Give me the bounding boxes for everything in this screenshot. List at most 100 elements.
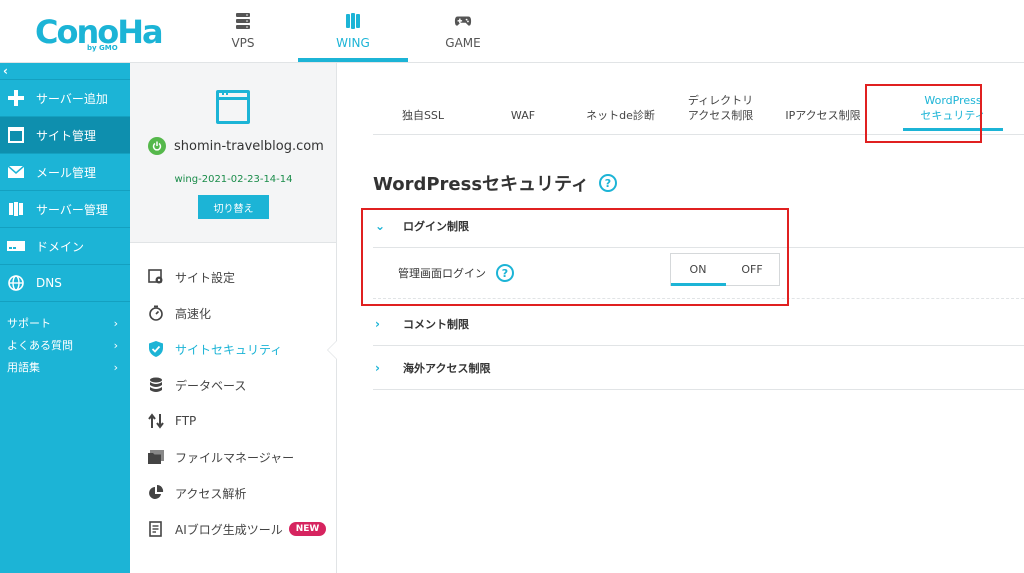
domain-icon <box>6 236 26 256</box>
topnav-game[interactable]: GAME <box>408 0 518 62</box>
menu-item-label: サイト設定 <box>175 270 236 285</box>
menu-item-site-settings[interactable]: サイト設定 <box>130 259 336 295</box>
main-content: 独自SSL WAF ネットde診断 ディレクトリ アクセス制限 IPアクセス制限 … <box>338 63 1024 573</box>
chevron-right-icon: › <box>113 338 118 352</box>
tab-ssl[interactable]: 独自SSL <box>373 82 473 134</box>
window-icon <box>6 125 26 145</box>
menu-item-label: アクセス解析 <box>175 486 247 501</box>
topnav-vps[interactable]: VPS <box>188 0 298 62</box>
menu-item-site-security[interactable]: サイトセキュリティ <box>130 331 337 367</box>
transfer-icon <box>147 412 165 430</box>
wing-icon <box>344 12 362 30</box>
chevron-right-icon: › <box>375 360 380 375</box>
server-icon <box>6 199 26 219</box>
site-settings-icon <box>147 268 165 286</box>
top-header: ConoHa by GMO VPS WING GAME <box>0 0 1024 63</box>
left-sidebar: ‹ サーバー追加 サイト管理 メール管理 サーバー管理 ドメイン DNS サポー… <box>0 63 130 573</box>
menu-item-database[interactable]: データベース <box>130 367 336 403</box>
sidebar-item-label: サーバー追加 <box>36 91 108 106</box>
chevron-right-icon: › <box>113 316 118 330</box>
database-icon <box>147 376 165 394</box>
sidebar-item-server-management[interactable]: サーバー管理 <box>0 191 130 228</box>
topnav-wing-label: WING <box>336 36 370 50</box>
browser-window-icon <box>216 90 250 124</box>
stopwatch-icon <box>147 304 165 322</box>
sidebar-item-label: サイト管理 <box>36 128 97 143</box>
menu-item-label: サイトセキュリティ <box>175 342 283 357</box>
section-comment-restriction[interactable]: › コメント制限 <box>373 302 1024 346</box>
menu-item-speedup[interactable]: 高速化 <box>130 295 336 331</box>
conoha-logo[interactable]: ConoHa by GMO <box>35 14 164 52</box>
sidebar-item-domain[interactable]: ドメイン <box>0 228 130 265</box>
menu-item-label: AIブログ生成ツール <box>175 522 283 537</box>
section-label: コメント制限 <box>403 317 469 331</box>
sidebar-links: サポート › よくある質問 › 用語集 › <box>0 302 130 378</box>
logo-by-gmo: by GMO <box>87 44 118 52</box>
globe-icon <box>6 273 26 293</box>
sidebar-item-dns[interactable]: DNS <box>0 265 130 302</box>
new-badge: NEW <box>288 522 327 536</box>
sidebar-item-label: メール管理 <box>36 165 97 180</box>
section-overseas-access[interactable]: › 海外アクセス制限 <box>373 346 1024 390</box>
wing-id: wing-2021-02-23-14-14 <box>174 174 293 185</box>
tab-label-line2: アクセス制限 <box>687 109 754 122</box>
sidebar-collapse-button[interactable]: ‹ <box>0 63 130 80</box>
page-title-text: WordPressセキュリティ <box>373 174 589 195</box>
shield-check-icon <box>147 340 165 358</box>
section-label: 海外アクセス制限 <box>403 361 491 375</box>
menu-item-file-manager[interactable]: ファイルマネージャー <box>130 439 336 475</box>
sidebar-link-support[interactable]: サポート › <box>0 312 130 334</box>
plus-icon <box>6 88 26 108</box>
tab-directory-access[interactable]: ディレクトリ アクセス制限 <box>668 82 773 134</box>
highlight-box-login <box>361 208 789 306</box>
topnav-vps-label: VPS <box>231 36 255 50</box>
sidebar-link-label: サポート <box>7 317 51 330</box>
tab-label: WAF <box>510 109 536 122</box>
sidebar-item-label: サーバー管理 <box>36 202 108 217</box>
tab-label: ディレクトリ アクセス制限 <box>688 93 753 123</box>
document-icon <box>147 520 165 538</box>
sidebar-link-label: 用語集 <box>7 361 40 374</box>
help-icon[interactable]: ? <box>598 174 617 192</box>
sidebar-link-glossary[interactable]: 用語集 › <box>0 356 130 378</box>
site-domain-row: shomin-travelblog.com <box>148 137 324 155</box>
site-panel: shomin-travelblog.com wing-2021-02-23-14… <box>130 63 337 573</box>
sidebar-item-add-server[interactable]: サーバー追加 <box>0 80 130 117</box>
site-info-box: shomin-travelblog.com wing-2021-02-23-14… <box>130 63 336 243</box>
sidebar-item-site-management[interactable]: サイト管理 <box>0 117 130 154</box>
sidebar-item-label: ドメイン <box>36 239 85 254</box>
chevron-right-icon: › <box>375 316 380 331</box>
mail-icon <box>6 162 26 182</box>
menu-item-label: 高速化 <box>175 306 212 321</box>
tab-label: ネットde診断 <box>586 109 655 122</box>
topnav-wing[interactable]: WING <box>298 0 408 62</box>
highlight-box-tab <box>865 84 982 143</box>
tab-net-de-shindan[interactable]: ネットde診断 <box>573 82 668 134</box>
power-icon <box>148 137 166 155</box>
tab-label-line1: ディレクトリ <box>687 94 754 107</box>
sidebar-item-mail-management[interactable]: メール管理 <box>0 154 130 191</box>
tab-waf[interactable]: WAF <box>473 82 573 134</box>
site-domain: shomin-travelblog.com <box>174 138 324 154</box>
pie-chart-icon <box>147 484 165 502</box>
chevron-right-icon: › <box>113 360 118 374</box>
sidebar-link-faq[interactable]: よくある質問 › <box>0 334 130 356</box>
menu-item-ai-blog-tool[interactable]: AIブログ生成ツール NEW <box>130 511 336 547</box>
menu-item-label: ファイルマネージャー <box>175 450 295 465</box>
sidebar-link-label: よくある質問 <box>7 339 73 352</box>
top-nav: VPS WING GAME <box>188 0 518 62</box>
tab-label: 独自SSL <box>401 109 445 122</box>
topnav-game-label: GAME <box>445 36 481 50</box>
sidebar-item-label: DNS <box>36 276 62 290</box>
switch-button[interactable]: 切り替え <box>198 195 269 219</box>
tab-ip-access[interactable]: IPアクセス制限 <box>773 82 873 134</box>
site-menu: サイト設定 高速化 サイトセキュリティ データベース FTP ファイルマネージャ… <box>130 243 337 547</box>
menu-item-label: FTP <box>175 414 197 428</box>
folder-icon <box>147 448 165 466</box>
server-icon <box>234 12 252 30</box>
gamepad-icon <box>454 12 472 30</box>
menu-item-access-analysis[interactable]: アクセス解析 <box>130 475 336 511</box>
menu-item-ftp[interactable]: FTP <box>130 403 336 439</box>
tab-label: IPアクセス制限 <box>785 109 861 122</box>
page-title: WordPressセキュリティ ? <box>373 170 617 196</box>
